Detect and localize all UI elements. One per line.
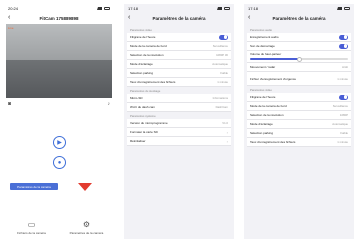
setting-row[interactable]: Sélection parking Faible bbox=[127, 69, 231, 78]
video-ground bbox=[6, 60, 112, 98]
page-title: Paramètres de la caméra bbox=[272, 15, 326, 21]
setting-row[interactable]: Version du microprogramme V1.0 bbox=[127, 119, 231, 128]
setting-row[interactable]: Formater la carte SD › bbox=[127, 128, 231, 137]
nav-bar: ‹ Paramètres de la caméra bbox=[244, 12, 354, 24]
back-icon[interactable]: ‹ bbox=[8, 14, 10, 21]
video-label: Live bbox=[8, 26, 14, 30]
settings-list: Paramètres vidéo Filigrane de l'heure Mo… bbox=[124, 24, 234, 148]
video-controls: ◙ ♪ bbox=[4, 98, 114, 110]
page-title: Paramètres de la caméra bbox=[152, 15, 206, 21]
nav-bar: ‹ Paramètres de la caméra bbox=[124, 12, 234, 24]
tab-label: Fichiers de la caméra bbox=[17, 231, 46, 235]
status-bar: 17:18 bbox=[244, 4, 354, 12]
setting-row[interactable]: Sélection de la résolution 1080P bbox=[247, 111, 351, 120]
folder-icon: ▭ bbox=[27, 220, 36, 229]
battery-icon bbox=[224, 6, 230, 10]
volume-slider-row: Volume du haut-parleur bbox=[247, 51, 351, 63]
setting-row[interactable]: Mode de la caméra de bord Surveillance bbox=[247, 102, 351, 111]
setting-row[interactable]: Micro-SD Informations bbox=[127, 94, 231, 103]
battery-icon bbox=[104, 6, 110, 10]
setting-row[interactable]: Taux d'enregistrement des fichiers 1 minu… bbox=[127, 78, 231, 87]
setting-row[interactable]: Sélection parking Faible bbox=[247, 129, 351, 138]
setting-row[interactable]: Filigrane de l'heure bbox=[127, 33, 231, 42]
section-header: Paramètres vidéo bbox=[130, 28, 152, 32]
phone-settings-1: 17:18 ‹ Paramètres de la caméra Paramètr… bbox=[124, 4, 234, 239]
microphone-icon[interactable]: ♪ bbox=[108, 101, 111, 107]
settings-tooltip: Paramètres de la caméra bbox=[10, 183, 58, 190]
setting-row[interactable]: Réinitialiser › bbox=[127, 137, 231, 146]
status-time: 20:24 bbox=[8, 5, 19, 11]
toggle-switch[interactable] bbox=[339, 34, 348, 40]
setting-row[interactable]: Mode de la caméra de bord Surveillance bbox=[127, 42, 231, 51]
settings-list: Paramètres audio Enregistrement audio So… bbox=[244, 24, 354, 149]
live-video[interactable]: Live bbox=[6, 24, 112, 98]
phone-live-view: 20:24 ‹ FitCam 175889898 Live ◙ ♪ ▶ ● Pa… bbox=[4, 4, 114, 239]
setting-row[interactable]: Mode d'éclairage Automatique bbox=[127, 60, 231, 69]
back-icon[interactable]: ‹ bbox=[248, 14, 250, 21]
setting-row[interactable]: Mouvement / radar Arrêt bbox=[247, 63, 351, 72]
tab-bar: ▭ Fichiers de la caméra ⚙ Paramètres de … bbox=[4, 220, 114, 236]
signal-icon bbox=[97, 6, 102, 10]
gear-icon: ⚙ bbox=[82, 220, 91, 229]
setting-row[interactable]: Sélection de la résolution 1080P 30 bbox=[127, 51, 231, 60]
section-header: Paramètres vidéo bbox=[250, 88, 272, 92]
slider-knob[interactable] bbox=[296, 56, 302, 62]
volume-slider[interactable] bbox=[250, 56, 348, 62]
setting-row[interactable]: Enregistrement audio bbox=[247, 33, 351, 42]
section-header: Paramètres audio bbox=[250, 28, 273, 32]
toggle-switch[interactable] bbox=[339, 94, 348, 100]
setting-row[interactable]: Wi-Fi du dash cam DashCam bbox=[127, 103, 231, 112]
chevron-right-icon: › bbox=[226, 129, 228, 135]
tab-camera-files[interactable]: ▭ Fichiers de la caméra bbox=[7, 220, 57, 236]
section-header: Paramètres système bbox=[130, 114, 156, 118]
section-header: Paramètres du stockage bbox=[130, 89, 161, 93]
phone-settings-2: 17:18 ‹ Paramètres de la caméra Paramètr… bbox=[244, 4, 354, 239]
setting-row[interactable]: Taux d'enregistrement des fichiers 1 minu… bbox=[247, 138, 351, 147]
camera-icon[interactable]: ◙ bbox=[8, 101, 11, 107]
back-icon[interactable]: ‹ bbox=[128, 14, 130, 21]
tab-camera-settings[interactable]: ⚙ Paramètres de la caméra bbox=[62, 220, 112, 236]
setting-row[interactable]: Mode d'éclairage Automatique bbox=[247, 120, 351, 129]
status-bar: 20:24 bbox=[4, 4, 114, 12]
slider-fill bbox=[250, 58, 299, 60]
signal-icon bbox=[337, 6, 342, 10]
tab-label: Paramètres de la caméra bbox=[69, 231, 104, 235]
status-time: 17:18 bbox=[248, 5, 259, 11]
battery-icon bbox=[344, 6, 350, 10]
setting-row[interactable]: Filigrane de l'heure bbox=[247, 93, 351, 102]
signal-icon bbox=[217, 6, 222, 10]
toggle-switch[interactable] bbox=[219, 34, 228, 40]
snapshot-button[interactable]: ● bbox=[53, 156, 66, 169]
setting-row[interactable]: Son de démarrage bbox=[247, 42, 351, 51]
status-bar: 17:18 bbox=[124, 4, 234, 12]
status-time: 17:18 bbox=[128, 5, 139, 11]
nav-bar: ‹ FitCam 175889898 bbox=[4, 12, 114, 24]
toggle-switch[interactable] bbox=[339, 43, 348, 49]
page-title: FitCam 175889898 bbox=[39, 15, 79, 21]
play-button[interactable]: ▶ bbox=[53, 136, 66, 149]
red-arrow-indicator bbox=[78, 183, 92, 191]
video-sky bbox=[6, 24, 112, 60]
chevron-right-icon: › bbox=[226, 138, 228, 144]
setting-row[interactable]: Fichier d'enregistrement d'urgence 1 minu… bbox=[247, 72, 351, 86]
